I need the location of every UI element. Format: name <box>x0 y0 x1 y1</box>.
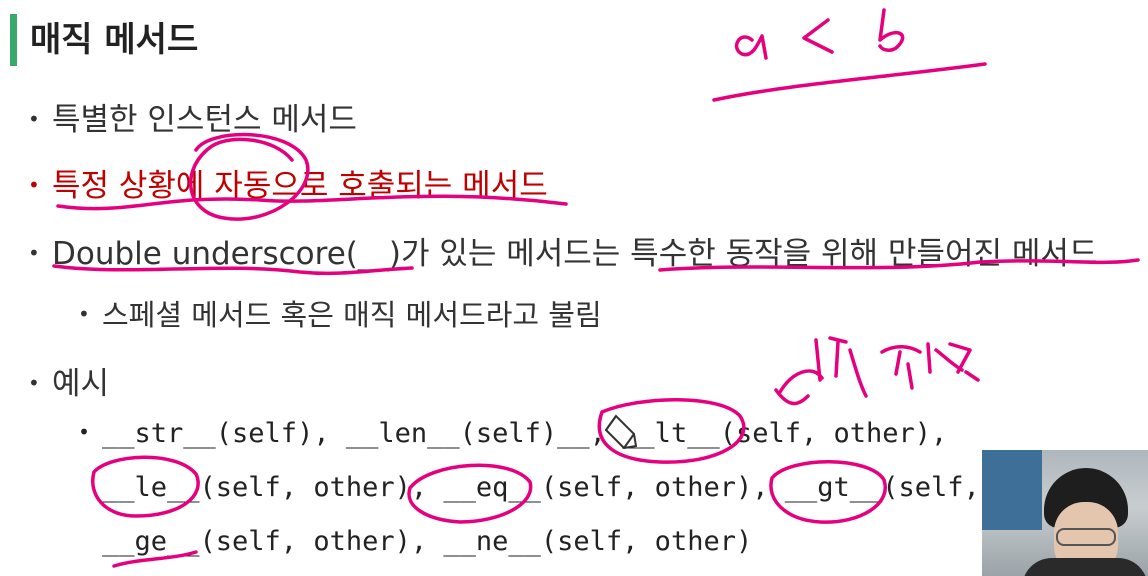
webcam-presenter-shirt <box>1022 558 1148 576</box>
bullet-double-underscore: • Double underscore(__)가 있는 메서드는 특수한 동작을 … <box>28 228 1097 273</box>
bullet-special-instance-method: • 특별한 인스턴스 메서드 <box>28 94 357 139</box>
ink-b-symbol <box>878 8 905 52</box>
example-code-line-2: __le__(self, other), __eq__(self, other)… <box>102 472 980 503</box>
bullet-dot: • <box>28 240 40 265</box>
bullet-dot: • <box>78 302 90 326</box>
bullet-example: • 예시 <box>28 358 109 403</box>
ink-alpha-symbol <box>734 34 768 60</box>
bullet-text: 특정 상황에 자동으로 호출되는 메서드 <box>52 168 548 204</box>
bullet-auto-called: • 특정 상황에 자동으로 호출되는 메서드 <box>28 160 548 205</box>
bullet-text: 예시 <box>52 366 110 402</box>
bullet-text: 스페셜 메서드 혹은 매직 메서드라고 불림 <box>102 298 602 332</box>
ink-annotation-arrow-stroke <box>774 388 810 406</box>
slide-title: 매직 메서드 <box>30 20 199 60</box>
title-accent-bar <box>10 14 17 66</box>
ink-less-than-symbol <box>802 18 834 54</box>
example-code-line-3: __ge__(self, other), __ne__(self, other) <box>102 526 753 557</box>
bullet-dot: • <box>28 172 40 197</box>
webcam-overlay <box>982 450 1148 576</box>
code-text: __str__(self), __len__(self)__, __lt__(s… <box>102 418 948 449</box>
bullet-text: Double underscore(__)가 있는 메서드는 특수한 동작을 위… <box>52 236 1098 272</box>
webcam-background-window <box>982 450 1042 530</box>
webcam-presenter-glasses <box>1056 528 1116 546</box>
example-code-line-1: • __str__(self), __len__(self)__, __lt__(… <box>78 418 947 449</box>
bullet-text: 특별한 인스턴스 메서드 <box>52 102 357 138</box>
ink-underline-top <box>712 62 987 102</box>
bullet-dot: • <box>28 106 40 131</box>
bullet-dot: • <box>78 419 91 444</box>
bullet-dot: • <box>28 370 40 395</box>
sub-bullet-special-method: • 스페셜 메서드 혹은 매직 메서드라고 불림 <box>78 292 602 334</box>
ink-comparison-note <box>778 336 980 398</box>
